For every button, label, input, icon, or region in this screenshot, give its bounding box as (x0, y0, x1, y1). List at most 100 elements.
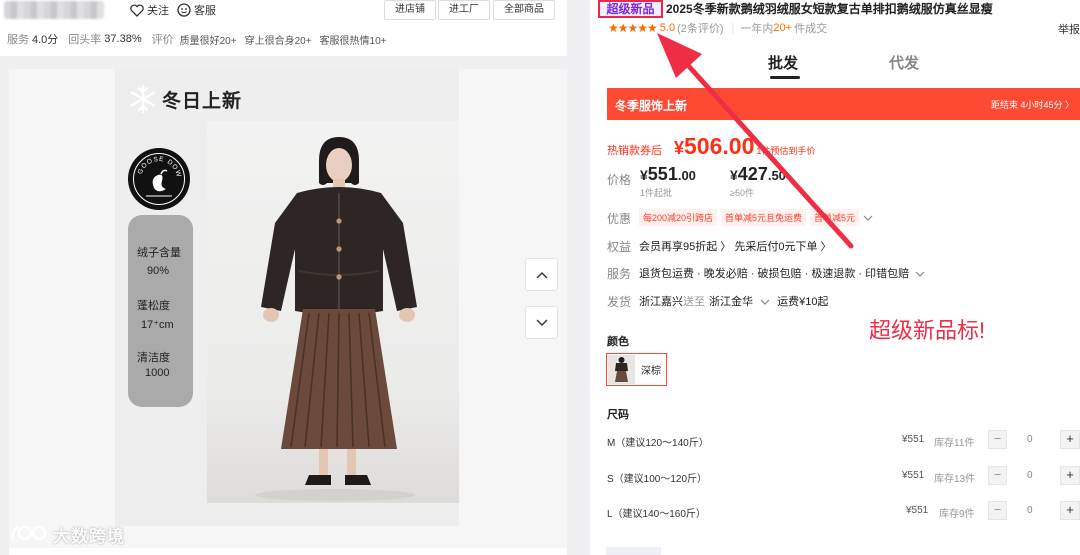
size-row: S（建议100～120斤） ¥551 库存13件 − 0 + (607, 466, 1080, 486)
rating-count[interactable]: (2条评价) (677, 20, 723, 36)
poster-title: 冬日上新 (128, 84, 242, 114)
tab-dropship[interactable]: 代发 (889, 52, 919, 73)
size-price: ¥551 (906, 505, 929, 516)
service-label: 客服 (194, 5, 216, 17)
size-row: L（建议140～160斤） ¥551 库存9件 − 0 + (607, 501, 1080, 521)
ship-label: 发货 (607, 295, 632, 309)
coupon-price-row: 热销款券后 ¥ 506.00 1件预估到手价 (607, 133, 815, 160)
color-option-selected[interactable]: 深棕 (606, 353, 667, 386)
chevron-down-icon (760, 299, 770, 305)
size-stock: 库存13件 (934, 474, 976, 485)
quantity-value[interactable]: 0 (1027, 434, 1033, 445)
follow-label: 关注 (147, 5, 169, 17)
price-tier: ¥427.50 ≥50件 (730, 164, 786, 198)
sales-count: 20+ (773, 22, 793, 34)
size-price: ¥551 (902, 470, 925, 481)
shipping-info: 浙江嘉兴送至 浙江金华 运费¥10起 (639, 293, 828, 309)
price-currency: ¥ (640, 167, 648, 183)
discount-tag: 每200减20引跨店 (639, 209, 718, 226)
color-thumbnail (608, 355, 635, 384)
goose-down-logo: GOOSE DOWN (128, 148, 190, 210)
chevron-up-icon (536, 271, 547, 278)
color-name: 深棕 (641, 366, 661, 377)
bottom-badge-partial (606, 547, 661, 555)
ship-fee: 运费¥10起 (777, 296, 829, 308)
quantity-increase-button[interactable]: + (1060, 501, 1080, 520)
rights-label: 权益 (607, 240, 632, 254)
stat-service-value: 4.0分 (32, 34, 59, 46)
discount-tag: 首单减5元 (810, 209, 860, 226)
spec-value: 90% (147, 265, 170, 277)
service-text: 退货包运费 · 晚发必赔 · 破损包赔 · 极速退款 · 印错包赔 (639, 268, 910, 280)
watermark-text: 大数跨境 (53, 526, 125, 546)
report-link[interactable]: 举报 (1058, 21, 1080, 37)
model-photo (207, 121, 459, 503)
watermark-logo-icon (11, 525, 47, 542)
logo-text: GOOSE DOWN (128, 148, 181, 178)
ship-destination[interactable]: 浙江金华 (709, 296, 753, 308)
tab-wholesale[interactable]: 批发 (768, 52, 798, 73)
spec-label: 绒子含量 (137, 247, 181, 259)
size-name: M（建议120～140斤） (607, 438, 709, 449)
discount-tag: 首单减5元且免运费 (721, 209, 807, 226)
service-guarantees[interactable]: 退货包运费 · 晚发必赔 · 破损包赔 · 极速退款 · 印错包赔 (639, 265, 925, 281)
quantity-value[interactable]: 0 (1027, 505, 1033, 516)
enter-factory-button[interactable]: 进工厂 (438, 0, 490, 20)
sales-suffix: 件成交 (794, 23, 828, 35)
coupon-label: 热销款券后 (607, 145, 662, 157)
shop-name-blurred[interactable] (4, 1, 104, 19)
swan-icon: GOOSE DOWN (128, 148, 181, 197)
color-heading: 颜色 (607, 336, 629, 348)
enter-shop-button[interactable]: 进店铺 (384, 0, 436, 20)
quantity-decrease-button[interactable]: − (988, 466, 1007, 485)
thumbnail-strip (9, 548, 567, 555)
quantity-decrease-button[interactable]: − (988, 430, 1007, 449)
all-products-button[interactable]: 全部商品 (493, 0, 555, 20)
quantity-decrease-button[interactable]: − (988, 501, 1007, 520)
spec-label: 清洁度 (137, 352, 170, 364)
tab-active-indicator (770, 76, 800, 79)
sales-prefix: 一年内 (740, 23, 774, 35)
promo-countdown: 距结束 4小时45分 〉 (990, 100, 1074, 110)
price-int: 427 (737, 164, 768, 184)
rating-score: 5.0 (659, 22, 676, 34)
quantity-increase-button[interactable]: + (1060, 430, 1080, 449)
super-new-badge: 超级新品 (598, 0, 663, 18)
review-tag[interactable]: 质量很好20+ (180, 32, 237, 47)
quantity-increase-button[interactable]: + (1060, 466, 1080, 485)
follow-link[interactable]: 关注 (130, 2, 169, 18)
coupon-currency: ¥ (674, 138, 685, 158)
price-currency: ¥ (730, 167, 738, 183)
annotation-label: 超级新品标! (869, 318, 986, 343)
shop-header: 关注 客服 进店铺 进工厂 全部商品 服务 4.0分 回头率 37.38% 评价… (0, 0, 567, 56)
price-dec: .50 (767, 168, 786, 183)
ship-to-word: 送至 (683, 296, 705, 308)
spec-value: 1000 (145, 367, 170, 379)
size-name: S（建议100～120斤） (607, 474, 708, 485)
smile-icon (177, 3, 191, 17)
price-label: 价格 (607, 173, 632, 187)
snowflake-icon (130, 84, 156, 114)
shop-stats: 服务 4.0分 回头率 37.38% 评价 质量很好20+ 穿上很合身20+ 客… (7, 31, 395, 47)
size-price: ¥551 (902, 434, 925, 445)
price-condition: 1件起批 (640, 188, 673, 198)
customer-service-link[interactable]: 客服 (177, 2, 216, 18)
quantity-value[interactable]: 0 (1027, 470, 1033, 481)
size-row: M（建议120～140斤） ¥551 库存11件 − 0 + (607, 430, 1080, 450)
review-tag[interactable]: 客服很热情10+ (320, 32, 387, 47)
review-tag[interactable]: 穿上很合身20+ (245, 32, 312, 47)
rating-stars-icon: ★★★★★ (608, 21, 658, 35)
gallery-prev-button[interactable] (525, 258, 558, 291)
promo-title: 冬季服饰上新 (615, 99, 688, 113)
gallery-next-button[interactable] (525, 306, 558, 339)
discount-label: 优惠 (607, 212, 632, 226)
promo-banner[interactable]: 冬季服饰上新 距结束 4小时45分 〉 (607, 88, 1080, 120)
poster-title-text: 冬日上新 (162, 90, 243, 112)
price-dec: .00 (677, 168, 696, 183)
stat-service-label: 服务 (7, 34, 29, 46)
rights-text[interactable]: 会员再享95折起 〉 先采后付0元下单 〉 (639, 238, 832, 254)
discount-tags[interactable]: 每200减20引跨店 首单减5元且免运费 首单减5元 (639, 209, 873, 226)
stat-review-label: 评价 (151, 34, 174, 46)
service-label: 服务 (607, 267, 632, 281)
watermark: 大数跨境 (9, 521, 125, 547)
